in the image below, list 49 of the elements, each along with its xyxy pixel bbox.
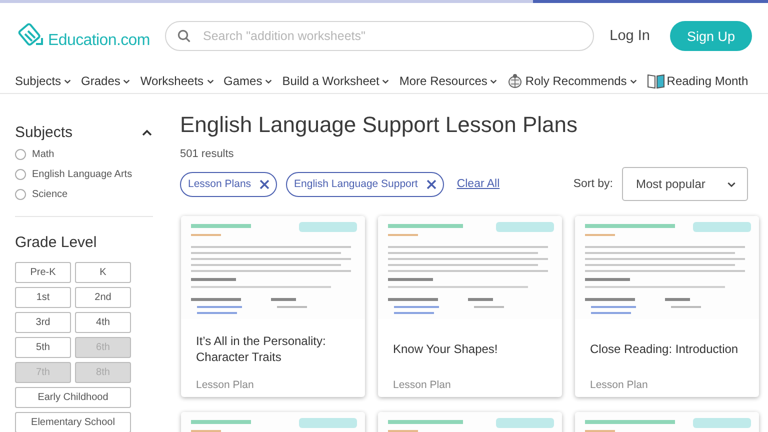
bug-icon [507, 73, 524, 89]
book-icon [646, 73, 665, 89]
card-type: Lesson Plan [590, 379, 649, 391]
section-title: Grade Level [15, 234, 97, 251]
card-type: Lesson Plan [393, 379, 452, 391]
radio-button[interactable] [15, 148, 26, 160]
nav-menu-item[interactable]: Grades [81, 74, 132, 88]
nav-menu-item[interactable]: Games [224, 74, 274, 88]
card-title: Close Reading: Introduction [590, 341, 740, 358]
grade-button[interactable]: Pre-K [15, 262, 71, 283]
grade-button[interactable]: Early Childhood [15, 387, 131, 408]
section-title: Subjects [15, 124, 73, 141]
result-count: 501 results [180, 148, 235, 160]
nav-menu-item[interactable]: Roly Recommends [507, 73, 638, 89]
grade-button[interactable]: 4th [75, 312, 131, 333]
search-icon [177, 29, 191, 43]
clear-all-link[interactable]: Clear All [456, 178, 500, 190]
radio-button[interactable] [15, 168, 26, 180]
grade-button[interactable]: 3rd [15, 312, 71, 333]
collapse-icon[interactable] [141, 128, 153, 138]
card-title: It’s All in the Personality: Character Traits [196, 333, 327, 366]
grade-button[interactable]: 5th [15, 337, 71, 358]
filter-chip[interactable]: English Language Support [286, 172, 444, 196]
subject-option[interactable]: Science [15, 184, 153, 204]
lesson-card[interactable]: It’s All in the Personality: Character Traits Lesson Plan [181, 216, 365, 397]
card-title: Know Your Shapes! [393, 341, 499, 358]
nav-menu-item[interactable]: Subjects [15, 74, 72, 88]
search-field[interactable]: Search "addition worksheets" [165, 21, 594, 51]
filter-chip[interactable]: Lesson Plans [180, 172, 278, 196]
page-title: English Language Support Lesson Plans [180, 112, 579, 138]
lesson-card[interactable]: Know Your Shapes! Lesson Plan [378, 216, 562, 397]
card-type: Lesson Plan [196, 379, 255, 391]
lesson-card[interactable]: Close Reading: Introduction Lesson Plan [575, 216, 759, 397]
nav-menu-item[interactable]: Build a Worksheet [282, 74, 390, 88]
nav-menu-item[interactable]: Reading Month [646, 73, 748, 89]
close-icon[interactable] [259, 178, 270, 190]
grade-button[interactable]: 2nd [75, 287, 131, 308]
subject-option[interactable]: Math [15, 144, 153, 164]
sort-dropdown[interactable]: Most popular [622, 167, 748, 201]
nav-menu-item[interactable]: Worksheets [140, 74, 215, 88]
close-icon[interactable] [426, 178, 437, 190]
sort-label: Sort by: [573, 178, 613, 190]
grade-button[interactable]: Elementary School [15, 412, 131, 432]
grade-button[interactable]: K [75, 262, 131, 283]
subject-option[interactable]: English Language Arts [15, 164, 153, 184]
radio-button[interactable] [15, 188, 26, 200]
nav-menu-item[interactable]: More Resources [399, 74, 498, 88]
login-link[interactable]: Log In [610, 28, 650, 44]
grade-button[interactable]: 1st [15, 287, 71, 308]
